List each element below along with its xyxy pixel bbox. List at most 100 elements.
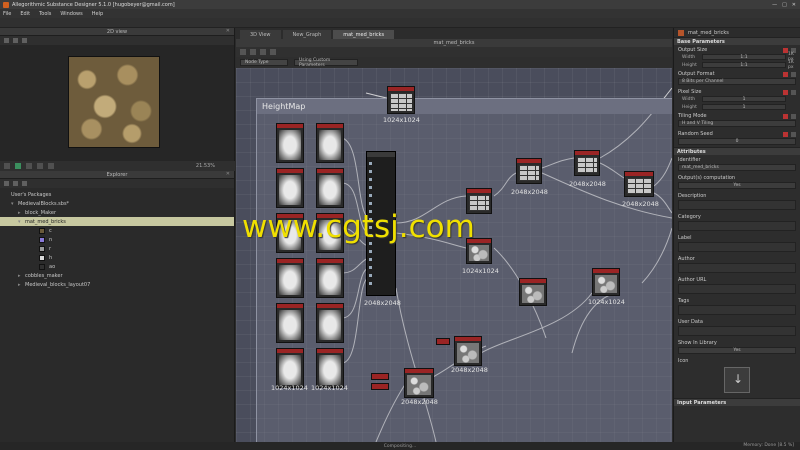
graph-node[interactable] (516, 158, 542, 184)
graph-node[interactable] (276, 123, 304, 163)
icon-drop-area[interactable] (724, 367, 750, 393)
input-port[interactable] (369, 178, 372, 181)
alpha-icon[interactable] (26, 163, 32, 169)
graph-node[interactable] (316, 258, 344, 298)
inherit-icon[interactable] (783, 89, 788, 95)
explorer-item[interactable]: h (0, 253, 234, 262)
align-icon[interactable] (270, 49, 276, 55)
graph-node[interactable] (316, 168, 344, 208)
explorer-item[interactable]: User's Packages (0, 190, 234, 199)
graph-node[interactable] (404, 368, 434, 398)
graph-node[interactable] (276, 168, 304, 208)
menu-windows[interactable]: Windows (60, 11, 82, 17)
attribute-input[interactable] (678, 263, 796, 273)
minimize-button[interactable]: — (772, 2, 777, 8)
tab-mat-med-bricks[interactable]: mat_med_bricks (333, 30, 395, 39)
input-port[interactable] (369, 194, 372, 197)
graph-node[interactable] (454, 336, 482, 366)
attribute-input[interactable] (678, 242, 796, 252)
expand-arrow-icon[interactable]: ▸ (18, 210, 23, 216)
inherit-icon[interactable] (783, 113, 788, 119)
graph-node[interactable] (316, 123, 344, 163)
inherit-icon[interactable] (783, 71, 788, 77)
graph-node[interactable] (276, 303, 304, 343)
maximize-button[interactable]: □ (782, 2, 787, 8)
section-attributes[interactable]: Attributes (674, 147, 800, 155)
comment-icon[interactable] (260, 49, 266, 55)
explorer-item[interactable]: ▾ mat_med_bricks (0, 217, 234, 226)
graph-canvas[interactable]: HeightMap 1024x1024 1024x1024 1024x1024 … (236, 68, 672, 442)
parameter-node[interactable] (371, 373, 389, 380)
menu-help[interactable]: Help (92, 11, 103, 17)
pixel-height-field[interactable]: 1 (702, 104, 786, 110)
input-port[interactable] (369, 250, 372, 253)
attribute-input[interactable] (678, 284, 796, 294)
explorer-item[interactable]: r (0, 244, 234, 253)
output-width-field[interactable]: 1:1 (702, 54, 786, 60)
tab-3d-view[interactable]: 3D View (240, 30, 281, 39)
export-icon[interactable] (22, 38, 27, 43)
close-icon[interactable]: ✕ (226, 28, 230, 34)
grid-icon[interactable] (48, 163, 54, 169)
node-type-dropdown[interactable]: Node Type (240, 59, 288, 66)
open-icon[interactable] (13, 181, 18, 186)
dropdown-icon[interactable] (791, 113, 796, 119)
parameter-node[interactable] (371, 383, 389, 390)
expand-arrow-icon[interactable]: ▾ (11, 201, 16, 207)
channel-icon[interactable] (4, 38, 9, 43)
section-base-parameters[interactable]: Base Parameters (674, 37, 800, 45)
graph-node[interactable] (387, 86, 415, 114)
random-seed-field[interactable]: 0 (678, 138, 796, 145)
input-port[interactable] (369, 162, 372, 165)
pixel-width-field[interactable]: 1 (702, 96, 786, 102)
properties-tab[interactable]: mat_med_bricks (688, 30, 729, 36)
explorer-item[interactable]: ▸ cobbles_maker (0, 271, 234, 280)
attribute-input[interactable] (678, 200, 796, 210)
graph-node[interactable] (276, 258, 304, 298)
menu-tools[interactable]: Tools (39, 11, 51, 17)
save-icon[interactable] (22, 181, 27, 186)
dropdown-icon[interactable] (791, 89, 796, 95)
new-package-icon[interactable] (4, 181, 9, 186)
expand-arrow-icon[interactable]: ▾ (18, 219, 23, 225)
attribute-input[interactable] (678, 221, 796, 231)
expand-arrow-icon[interactable]: ▸ (18, 282, 23, 288)
outputs-computation-select[interactable]: Yes (678, 182, 796, 189)
settings-icon[interactable] (13, 38, 18, 43)
output-format-select[interactable]: 8 Bits per Channel (678, 78, 796, 85)
input-port[interactable] (369, 202, 372, 205)
input-port[interactable] (369, 274, 372, 277)
input-port[interactable] (369, 266, 372, 269)
graph-node[interactable] (316, 303, 344, 343)
close-icon[interactable]: ✕ (226, 171, 230, 177)
parameter-node[interactable] (436, 338, 450, 345)
section-input-parameters[interactable]: Input Parameters (674, 398, 800, 406)
graph-node[interactable] (592, 268, 620, 296)
attribute-input[interactable] (678, 326, 796, 336)
input-port[interactable] (369, 258, 372, 261)
graph-options-icon[interactable] (240, 49, 246, 55)
explorer-item[interactable]: n (0, 235, 234, 244)
input-port[interactable] (369, 170, 372, 173)
tiling-mode-select[interactable]: H and V Tiling (678, 120, 796, 127)
menu-edit[interactable]: Edit (20, 11, 30, 17)
graph-node[interactable] (519, 278, 547, 306)
show-in-library-select[interactable]: Yes (678, 347, 796, 354)
explorer-item[interactable]: ▾ MedievalBlocks.sbs* (0, 199, 234, 208)
explorer-item[interactable]: ▸ Medieval_blocks_layout07 (0, 280, 234, 289)
input-port[interactable] (369, 186, 372, 189)
rgb-icon[interactable] (4, 163, 10, 169)
explorer-item[interactable]: ▸ block_Maker (0, 208, 234, 217)
identifier-field[interactable]: mat_med_bricks (678, 164, 796, 171)
output-height-field[interactable]: 1:1 (702, 62, 786, 68)
attribute-input[interactable] (678, 305, 796, 315)
graph-node[interactable] (276, 348, 304, 388)
explorer-item[interactable]: ao (0, 262, 234, 271)
parameters-dropdown[interactable]: Using Custom Parameters (294, 58, 358, 68)
menu-file[interactable]: File (3, 11, 11, 17)
inherit-icon[interactable] (783, 131, 788, 137)
view2d-viewport[interactable]: 21.53% (0, 45, 235, 171)
dropdown-icon[interactable] (791, 71, 796, 77)
expand-arrow-icon[interactable]: ▸ (18, 273, 23, 279)
input-port[interactable] (369, 282, 372, 285)
